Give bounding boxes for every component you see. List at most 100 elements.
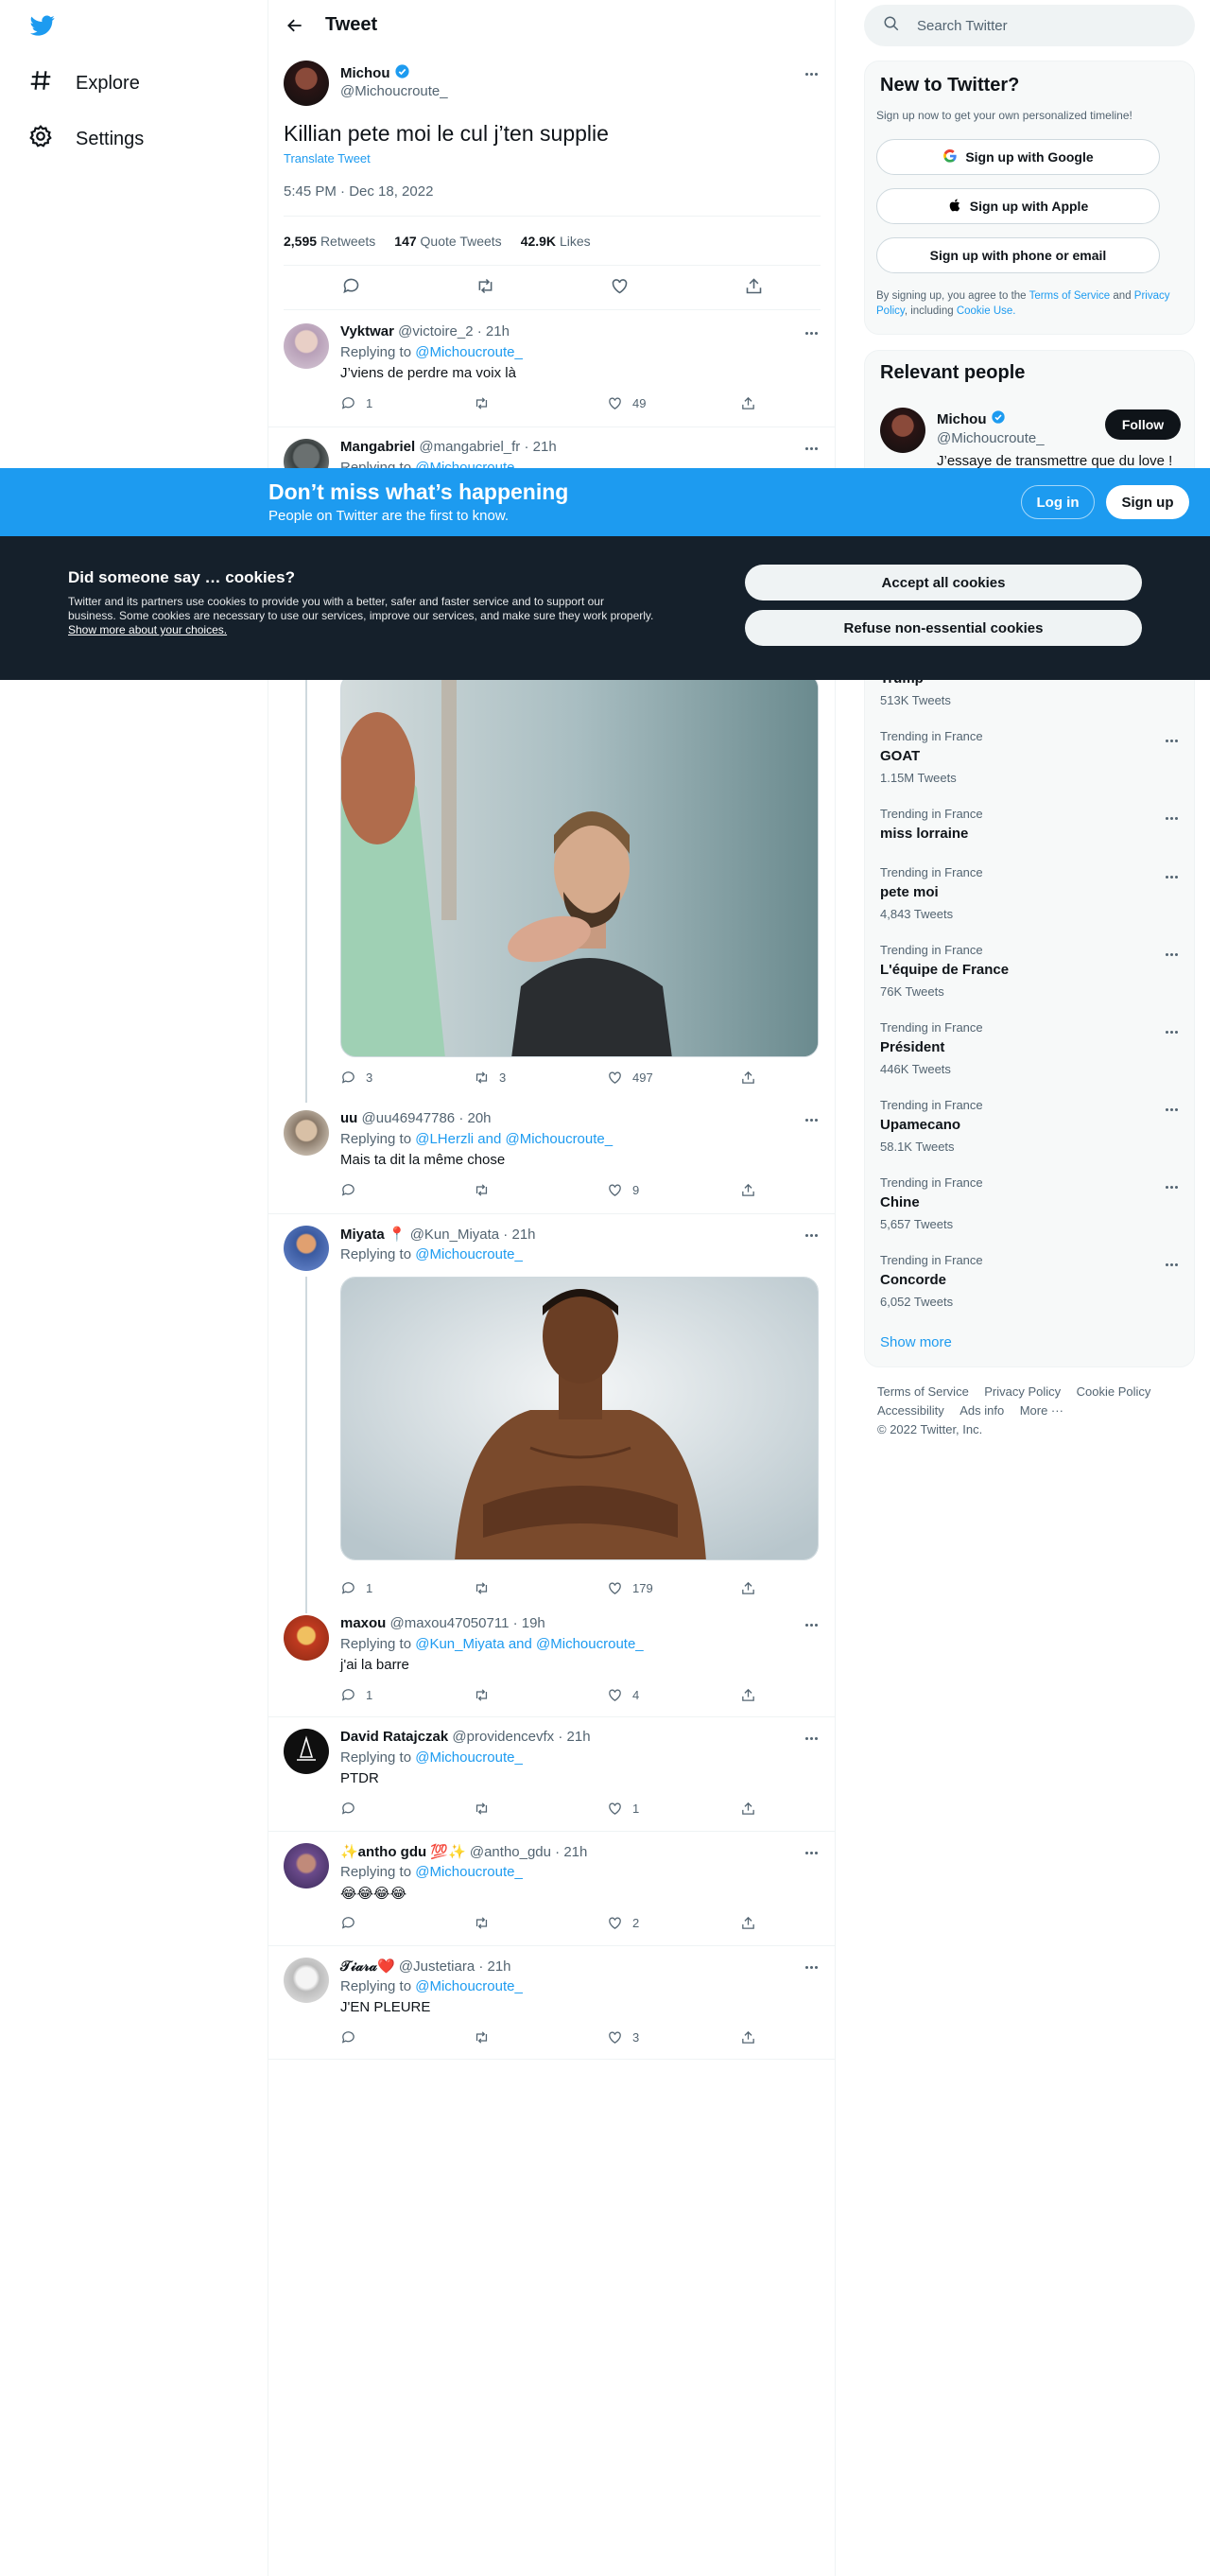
more-options-icon[interactable] bbox=[1162, 1255, 1181, 1274]
reply-tweet[interactable]: David Ratajczak @providencevfx · 21h Rep… bbox=[268, 1717, 836, 1832]
avatar[interactable] bbox=[284, 323, 329, 369]
reply-author-handle[interactable]: @mangabriel_fr · 21h bbox=[419, 439, 556, 455]
share-button[interactable] bbox=[740, 1580, 756, 1596]
accept-cookies-button[interactable]: Accept all cookies bbox=[745, 565, 1142, 600]
terms-link[interactable]: Terms of Service bbox=[1029, 290, 1111, 302]
tweet-photo[interactable] bbox=[340, 1277, 819, 1560]
footer-link-ads[interactable]: Ads info bbox=[959, 1403, 1004, 1418]
retweet-button[interactable] bbox=[474, 2029, 530, 2045]
reply-author-handle[interactable]: @Kun_Miyata · 21h bbox=[410, 1227, 536, 1243]
nav-item-settings[interactable]: Settings bbox=[28, 124, 144, 154]
like-button[interactable]: 49 bbox=[607, 395, 664, 411]
like-button[interactable]: 9 bbox=[607, 1182, 664, 1198]
retweet-button[interactable]: 3 bbox=[474, 1070, 530, 1086]
avatar[interactable] bbox=[284, 1110, 329, 1156]
share-icon[interactable] bbox=[744, 276, 764, 301]
more-options-icon[interactable] bbox=[802, 1729, 821, 1748]
retweet-button[interactable] bbox=[474, 1182, 530, 1198]
share-button[interactable] bbox=[740, 1070, 756, 1086]
avatar[interactable] bbox=[284, 1729, 329, 1774]
author-handle[interactable]: @Michoucroute_ bbox=[340, 83, 448, 99]
refuse-cookies-button[interactable]: Refuse non-essential cookies bbox=[745, 610, 1142, 646]
cookie-use-link[interactable]: Cookie Use. bbox=[957, 305, 1016, 317]
trend-item[interactable]: Trending in France pete moi 4,843 Tweets bbox=[865, 854, 1196, 931]
reply-author-name[interactable]: ✨antho gdu 💯✨ bbox=[340, 1844, 466, 1860]
reply-author-name[interactable]: Vyktwar bbox=[340, 323, 394, 339]
video-thumbnail[interactable] bbox=[340, 673, 819, 1057]
share-button[interactable] bbox=[740, 1915, 756, 1931]
more-options-icon[interactable] bbox=[802, 64, 821, 83]
likes-stat[interactable]: 42.9K Likes bbox=[521, 234, 591, 249]
more-options-icon[interactable] bbox=[1162, 1022, 1181, 1041]
footer-link-privacy[interactable]: Privacy Policy bbox=[984, 1384, 1061, 1399]
like-button[interactable]: 497 bbox=[607, 1070, 664, 1086]
twitter-logo-icon[interactable] bbox=[28, 13, 57, 43]
replying-to-link[interactable]: @Michoucroute_ bbox=[415, 1864, 523, 1880]
signup-button[interactable]: Sign up bbox=[1106, 485, 1189, 519]
reply-author-handle[interactable]: @Justetiara · 21h bbox=[399, 1958, 511, 1975]
reply-tweet[interactable]: Miyata 📍 @Kun_Miyata · 21h Replying to @… bbox=[268, 1214, 836, 1613]
share-button[interactable] bbox=[740, 2029, 756, 2045]
more-options-icon[interactable] bbox=[802, 323, 821, 342]
search-box[interactable]: Search Twitter bbox=[864, 5, 1195, 46]
signup-phone-email-button[interactable]: Sign up with phone or email bbox=[876, 237, 1160, 273]
retweet-button[interactable] bbox=[474, 1687, 530, 1703]
footer-link-accessibility[interactable]: Accessibility bbox=[877, 1403, 944, 1418]
reply-tweet[interactable]: Vyktwar @victoire_2 · 21h Replying to @M… bbox=[268, 312, 836, 427]
avatar[interactable] bbox=[284, 1615, 329, 1661]
share-button[interactable] bbox=[740, 395, 756, 411]
cookie-more-link[interactable]: Show more about your choices. bbox=[68, 623, 227, 636]
more-options-icon[interactable] bbox=[802, 1843, 821, 1862]
reply-button[interactable]: 1 bbox=[340, 1580, 397, 1596]
reply-button[interactable] bbox=[340, 2029, 397, 2045]
follow-button[interactable]: Follow bbox=[1105, 409, 1181, 440]
more-options-icon[interactable] bbox=[802, 1615, 821, 1634]
trend-item[interactable]: Trending in France Président 446K Tweets bbox=[865, 1009, 1196, 1087]
replying-to-link[interactable]: @Michoucroute_ bbox=[415, 1978, 523, 1994]
like-button[interactable]: 1 bbox=[607, 1801, 664, 1817]
retweet-icon[interactable] bbox=[475, 276, 495, 301]
share-button[interactable] bbox=[740, 1687, 756, 1703]
like-button[interactable]: 4 bbox=[607, 1687, 664, 1703]
more-options-icon[interactable] bbox=[802, 1958, 821, 1976]
more-options-icon[interactable] bbox=[1162, 731, 1181, 750]
reply-button[interactable]: 3 bbox=[340, 1070, 397, 1086]
reply-author-name[interactable]: uu bbox=[340, 1110, 357, 1126]
retweet-button[interactable] bbox=[474, 1915, 530, 1931]
like-icon[interactable] bbox=[610, 276, 630, 301]
like-button[interactable]: 3 bbox=[607, 2029, 664, 2045]
trend-item[interactable]: Trending in France L'équipe de France 76… bbox=[865, 931, 1196, 1009]
trend-item[interactable]: Trending in France Upamecano 58.1K Tweet… bbox=[865, 1087, 1196, 1164]
more-options-icon[interactable] bbox=[802, 1226, 821, 1244]
reply-button[interactable] bbox=[340, 1182, 397, 1198]
reply-author-name[interactable]: David Ratajczak bbox=[340, 1729, 448, 1745]
show-more-link[interactable]: Show more bbox=[880, 1334, 952, 1350]
tweet-timestamp[interactable]: 5:45 PM · Dec 18, 2022 bbox=[284, 183, 433, 200]
retweet-button[interactable] bbox=[474, 1580, 530, 1596]
more-options-icon[interactable] bbox=[1162, 867, 1181, 886]
trend-item[interactable]: Trending in France Concorde 6,052 Tweets bbox=[865, 1242, 1196, 1319]
reply-author-handle[interactable]: @providencevfx · 21h bbox=[452, 1729, 590, 1745]
reply-author-name[interactable]: maxou bbox=[340, 1615, 386, 1631]
avatar[interactable] bbox=[284, 1958, 329, 2003]
footer-link-terms[interactable]: Terms of Service bbox=[877, 1384, 969, 1399]
reply-author-handle[interactable]: @antho_gdu · 21h bbox=[470, 1844, 588, 1860]
retweet-button[interactable] bbox=[474, 395, 530, 411]
reply-button[interactable] bbox=[340, 1915, 397, 1931]
retweet-button[interactable] bbox=[474, 1801, 530, 1817]
reply-author-name[interactable]: 𝒯𝒾𝒶𝓇𝒶❤️ bbox=[340, 1958, 395, 1975]
footer-link-cookie[interactable]: Cookie Policy bbox=[1077, 1384, 1151, 1399]
reply-author-name[interactable]: Miyata 📍 bbox=[340, 1227, 406, 1243]
share-button[interactable] bbox=[740, 1182, 756, 1198]
author-name[interactable]: Michou bbox=[340, 63, 410, 83]
like-button[interactable]: 2 bbox=[607, 1915, 664, 1931]
replying-to-link[interactable]: @Michoucroute_ bbox=[415, 1246, 523, 1262]
reply-tweet[interactable]: ✨antho gdu 💯✨ @antho_gdu · 21h Replying … bbox=[268, 1832, 836, 1946]
more-options-icon[interactable] bbox=[802, 1110, 821, 1129]
more-options-icon[interactable] bbox=[1162, 1100, 1181, 1119]
author-avatar[interactable] bbox=[284, 61, 329, 106]
nav-item-explore[interactable]: Explore bbox=[28, 68, 140, 98]
reply-tweet[interactable]: uu @uu46947786 · 20h Replying to @LHerzl… bbox=[268, 1099, 836, 1214]
login-button[interactable]: Log in bbox=[1021, 485, 1095, 519]
reply-tweet[interactable]: 𝒯𝒾𝒶𝓇𝒶❤️ @Justetiara · 21h Replying to @M… bbox=[268, 1946, 836, 2060]
